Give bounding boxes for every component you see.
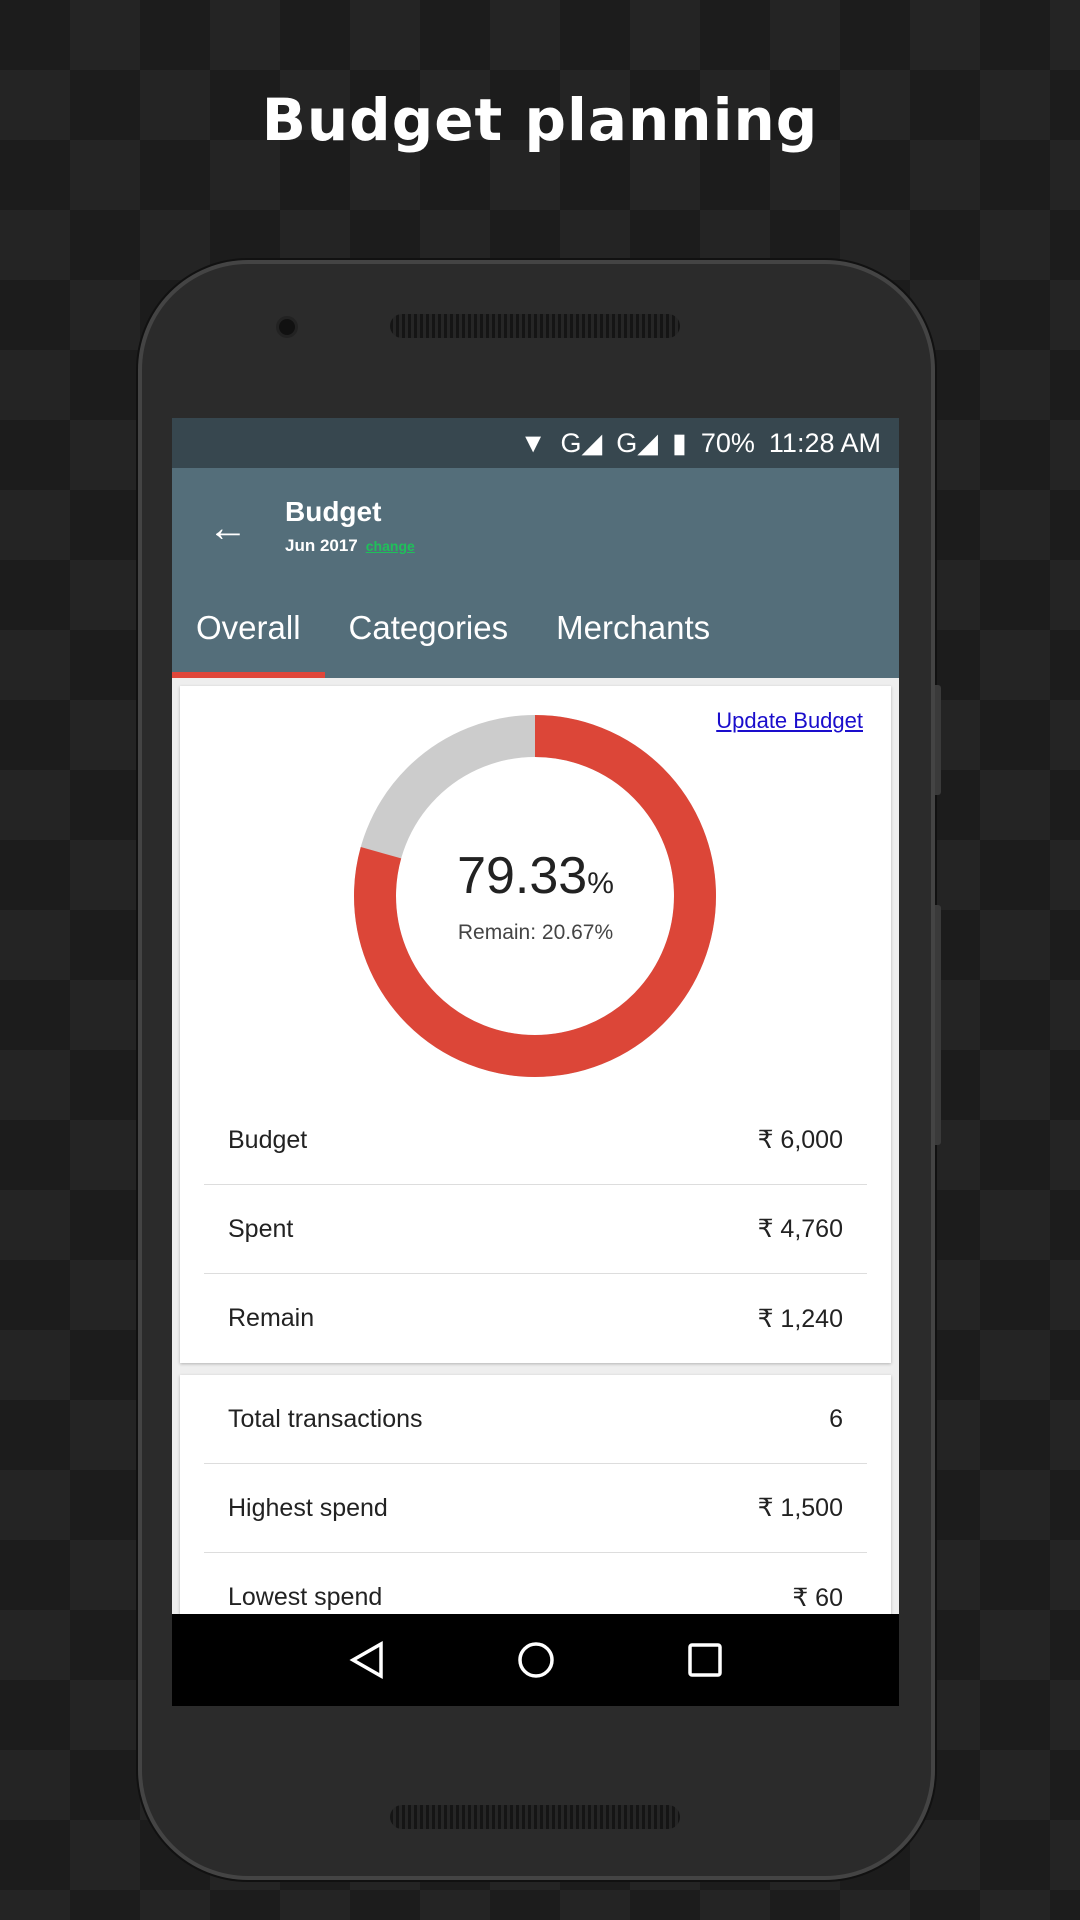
donut-chart: 79.33% Remain: 20.67%: [180, 686, 891, 1096]
wifi-icon: ▼: [519, 427, 547, 458]
recents-nav-icon[interactable]: [685, 1640, 725, 1680]
signal-icon-2: G◢: [616, 427, 659, 458]
status-bar: ▼ G◢ G◢ ▮ 70% 11:28 AM: [172, 418, 899, 468]
battery-icon: ▮: [672, 427, 687, 458]
budget-rows: Budget ₹ 6,000 Spent ₹ 4,760 Remain ₹ 1,240: [180, 1096, 891, 1363]
signal-icon: G◢: [560, 427, 603, 458]
power-button: [935, 685, 941, 795]
tab-merchants[interactable]: Merchants: [532, 578, 734, 678]
stats-card: Total transactions 6 Highest spend ₹ 1,500…: [180, 1375, 891, 1642]
bottom-speaker: [390, 1805, 680, 1829]
volume-button: [935, 905, 941, 1145]
app-bar: ← Budget Jun 2017 change Overall Categori…: [172, 468, 899, 678]
screen: ▼ G◢ G◢ ▮ 70% 11:28 AM ← Budget Jun 2017…: [172, 418, 899, 1706]
change-month-link[interactable]: change: [366, 538, 415, 554]
budget-row: Budget ₹ 6,000: [204, 1096, 867, 1185]
navigation-bar: [172, 1614, 899, 1706]
tab-overall[interactable]: Overall: [172, 578, 325, 678]
overview-card: Update Budget 79.33% Remain: 20.67% Budg…: [180, 686, 891, 1363]
battery-level: 70%: [700, 427, 755, 458]
headline: Budget planning: [261, 86, 819, 154]
home-nav-icon[interactable]: [516, 1640, 556, 1680]
remain-row: Remain ₹ 1,240: [228, 1304, 843, 1333]
tab-bar: Overall Categories Merchants: [172, 578, 734, 678]
month-label: Jun 2017 change: [285, 536, 415, 555]
clock: 11:28 AM: [768, 427, 881, 458]
top-speaker: [390, 314, 680, 338]
back-arrow-icon[interactable]: ←: [208, 506, 248, 551]
spent-percent: 79.33%: [457, 847, 614, 905]
back-nav-icon[interactable]: [347, 1640, 387, 1680]
page-title: Budget: [285, 496, 382, 527]
remain-percent: Remain: 20.67%: [457, 921, 614, 944]
spent-row: Spent ₹ 4,760: [204, 1185, 867, 1274]
highest-spend-row: Highest spend ₹ 1,500: [204, 1464, 867, 1553]
total-transactions-row: Total transactions 6: [204, 1375, 867, 1464]
front-camera: [276, 316, 298, 338]
tab-categories[interactable]: Categories: [325, 578, 533, 678]
